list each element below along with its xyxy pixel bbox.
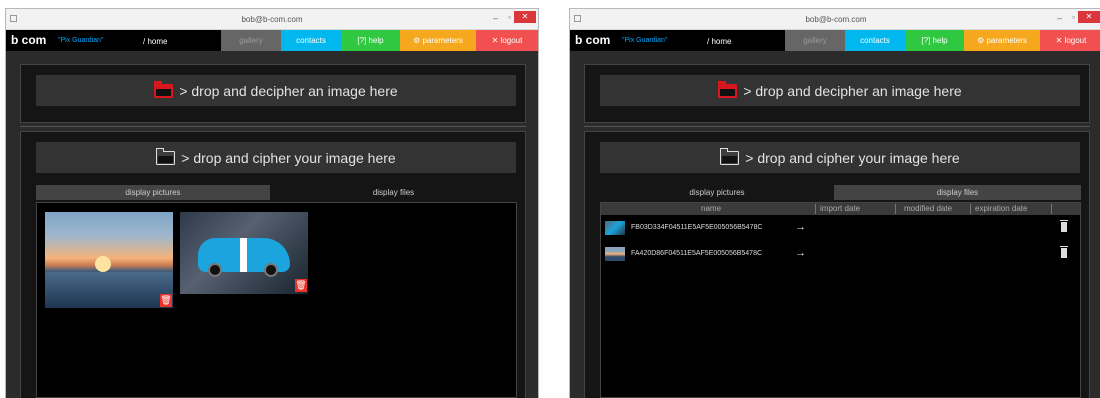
table-row[interactable]: FB03D334F04511E5AF5E005056B5478C → <box>601 215 1080 241</box>
panel-divider <box>20 126 526 127</box>
decipher-panel: > drop and decipher an image here <box>20 64 526 123</box>
cipher-panel: > drop and cipher your image here displa… <box>584 131 1090 398</box>
decipher-drop-zone[interactable]: > drop and decipher an image here <box>36 75 516 106</box>
title-bar: bob@b-com.com – ▫ ✕ <box>570 9 1100 30</box>
brand-logo[interactable]: b com <box>575 33 610 47</box>
cipher-drop-label: > drop and cipher your image here <box>181 149 396 166</box>
window-title: bob@b-com.com <box>805 15 867 24</box>
decipher-drop-zone[interactable]: > drop and decipher an image here <box>600 75 1080 106</box>
top-nav: b com "Pix Guardian" / home gallery cont… <box>570 30 1100 51</box>
tab-display-pictures[interactable]: display pictures <box>36 185 270 200</box>
red-folder-icon <box>718 80 738 98</box>
sun-shape <box>95 256 111 272</box>
nav-home[interactable]: / home <box>143 37 167 46</box>
trash-icon[interactable]: 🗑 <box>160 294 172 307</box>
app-window-files-view: bob@b-com.com – ▫ ✕ b com "Pix Guardian"… <box>569 8 1100 398</box>
nav-tab-logout[interactable]: ✕ logout <box>476 30 538 51</box>
cipher-drop-label: > drop and cipher your image here <box>745 149 960 166</box>
cipher-panel: > drop and cipher your image here displa… <box>20 131 526 398</box>
view-tabs: display pictures display files <box>36 185 517 200</box>
trash-icon[interactable] <box>1060 220 1068 232</box>
brand-tagline: "Pix Guardian" <box>622 37 668 44</box>
app-window-gallery-view: bob@b-com.com – ▫ ✕ b com "Pix Guardian"… <box>5 8 539 398</box>
picture-gallery: 🗑 🗑 <box>36 202 517 398</box>
folder-icon <box>720 147 740 165</box>
close-button[interactable]: ✕ <box>1078 11 1100 23</box>
maximize-button[interactable]: ▫ <box>1072 13 1075 22</box>
blue-mustang-image[interactable] <box>180 212 308 294</box>
column-header-name[interactable]: name <box>701 204 721 213</box>
column-header-expiration-date[interactable]: expiration date <box>975 204 1027 213</box>
file-table: name import date modified date expiratio… <box>601 203 1080 267</box>
title-bar: bob@b-com.com – ▫ ✕ <box>6 9 538 30</box>
column-header-modified-date[interactable]: modified date <box>904 204 952 213</box>
car-shape <box>198 238 290 277</box>
file-name: FB03D334F04511E5AF5E005056B5478C <box>631 224 763 231</box>
decipher-drop-label: > drop and decipher an image here <box>743 82 962 99</box>
car-thumbnail-icon <box>605 221 625 235</box>
file-name: FA420D86F04511E5AF5E005056B5478C <box>631 250 763 257</box>
trash-icon[interactable]: 🗑 <box>295 279 307 292</box>
maximize-button[interactable]: ▫ <box>508 13 511 22</box>
arrow-right-icon[interactable]: → <box>795 247 806 259</box>
tab-display-files[interactable]: display files <box>270 185 517 200</box>
nav-tab-contacts[interactable]: contacts <box>281 30 341 51</box>
top-nav: b com "Pix Guardian" / home gallery cont… <box>6 30 538 51</box>
sunset-thumbnail-icon <box>605 247 625 261</box>
nav-tab-contacts[interactable]: contacts <box>845 30 905 51</box>
close-button[interactable]: ✕ <box>514 11 536 23</box>
window-title: bob@b-com.com <box>241 15 303 24</box>
decipher-panel: > drop and decipher an image here <box>584 64 1090 123</box>
nav-tab-parameters[interactable]: ⚙ parameters <box>400 30 476 51</box>
folder-icon <box>156 147 176 165</box>
red-folder-icon <box>154 80 174 98</box>
nav-tab-gallery[interactable]: gallery <box>221 30 281 51</box>
file-list: name import date modified date expiratio… <box>600 202 1081 398</box>
file-table-header: name import date modified date expiratio… <box>601 203 1080 215</box>
decipher-drop-label: > drop and decipher an image here <box>179 82 398 99</box>
minimize-button[interactable]: – <box>493 13 498 23</box>
cipher-drop-zone[interactable]: > drop and cipher your image here <box>600 142 1080 173</box>
column-header-import-date[interactable]: import date <box>820 204 860 213</box>
arrow-right-icon[interactable]: → <box>795 221 806 233</box>
nav-tab-parameters[interactable]: ⚙ parameters <box>964 30 1040 51</box>
panel-divider <box>584 126 1090 127</box>
tab-display-files[interactable]: display files <box>834 185 1081 200</box>
trash-icon[interactable] <box>1060 246 1068 258</box>
minimize-button[interactable]: – <box>1057 13 1062 23</box>
nav-tab-logout[interactable]: ✕ logout <box>1040 30 1100 51</box>
table-row[interactable]: FA420D86F04511E5AF5E005056B5478C → <box>601 241 1080 267</box>
sea-shape <box>45 272 173 308</box>
cipher-drop-zone[interactable]: > drop and cipher your image here <box>36 142 516 173</box>
nav-home[interactable]: / home <box>707 37 731 46</box>
sunset-harbor-image[interactable] <box>45 212 173 308</box>
nav-tab-help[interactable]: [?] help <box>341 30 400 51</box>
view-tabs: display pictures display files <box>600 185 1081 200</box>
nav-tab-gallery[interactable]: gallery <box>785 30 845 51</box>
nav-tab-help[interactable]: [?] help <box>905 30 964 51</box>
brand-logo[interactable]: b com <box>11 33 46 47</box>
brand-tagline: "Pix Guardian" <box>58 37 104 44</box>
tab-display-pictures[interactable]: display pictures <box>600 185 834 200</box>
